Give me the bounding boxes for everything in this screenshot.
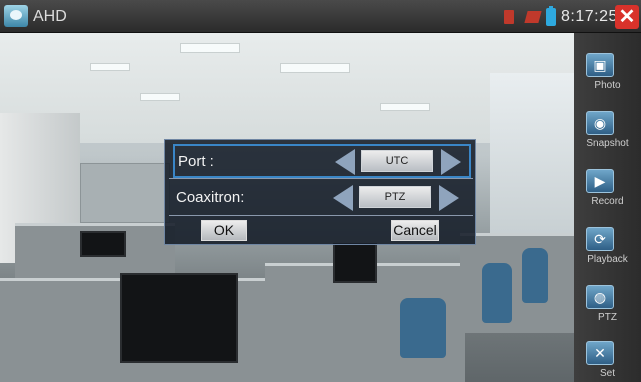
wall-panel (80, 163, 170, 223)
tools-icon: ✕ (586, 341, 614, 365)
photo-button[interactable]: ▣ Photo (574, 50, 641, 108)
ptz-icon: ◍ (586, 285, 614, 309)
set-button[interactable]: ✕ Set (574, 338, 641, 382)
cancel-button[interactable]: Cancel (391, 220, 439, 241)
port-value[interactable]: UTC (361, 150, 433, 172)
sd-card-icon (504, 10, 514, 24)
ceiling-light (140, 93, 180, 101)
ceiling-light (90, 63, 130, 71)
coaxitron-label: Coaxitron: (176, 189, 245, 206)
sidebar: ▣ Photo ◉ Snapshot ▶ Record ⟳ Playback ◍… (574, 33, 641, 382)
sidebar-item-label: Set (599, 368, 615, 379)
top-bar: AHD 8:17:25 ✕ (0, 0, 641, 33)
monitor (333, 243, 377, 283)
playback-icon: ⟳ (586, 227, 614, 251)
sidebar-item-label: Snapshot (586, 138, 629, 149)
monitor (80, 231, 126, 257)
ceiling-light (280, 63, 350, 73)
window (490, 73, 574, 233)
sidebar-item-label: PTZ (598, 312, 617, 323)
divider (169, 215, 473, 216)
ceiling-light (180, 43, 240, 53)
chair (400, 298, 446, 358)
cubicle (460, 233, 574, 333)
port-next-arrow-icon[interactable] (441, 149, 461, 175)
sidebar-item-label: Playback (587, 254, 628, 265)
port-prev-arrow-icon[interactable] (335, 149, 355, 175)
camera-icon: ◉ (586, 111, 614, 135)
coaxitron-row[interactable]: Coaxitron: PTZ (173, 182, 471, 216)
divider (169, 178, 473, 179)
chair (482, 263, 512, 323)
chair (522, 248, 548, 303)
coaxitron-value[interactable]: PTZ (359, 186, 431, 208)
snapshot-button[interactable]: ◉ Snapshot (574, 108, 641, 166)
record-button[interactable]: ▶ Record (574, 166, 641, 224)
ptz-settings-dialog: Port : UTC Coaxitron: PTZ OK Cancel (164, 139, 476, 245)
coaxitron-next-arrow-icon[interactable] (439, 185, 459, 211)
playback-button[interactable]: ⟳ Playback (574, 224, 641, 282)
sidebar-item-label: Record (591, 196, 624, 207)
close-button[interactable]: ✕ (615, 5, 639, 29)
monitor (120, 273, 238, 363)
app-title: AHD (33, 8, 67, 25)
ceiling (0, 33, 574, 143)
app-icon (4, 5, 28, 27)
network-icon (524, 11, 542, 23)
ceiling-light (380, 103, 430, 111)
ptz-button[interactable]: ◍ PTZ (574, 282, 641, 340)
clock: 8:17:25 (561, 8, 618, 25)
coaxitron-prev-arrow-icon[interactable] (333, 185, 353, 211)
record-icon: ▶ (586, 169, 614, 193)
sidebar-item-label: Photo (594, 80, 621, 91)
port-row[interactable]: Port : UTC (173, 144, 471, 178)
photo-icon: ▣ (586, 53, 614, 77)
ok-button[interactable]: OK (201, 220, 247, 241)
battery-icon (546, 6, 556, 26)
port-label: Port : (178, 153, 214, 170)
